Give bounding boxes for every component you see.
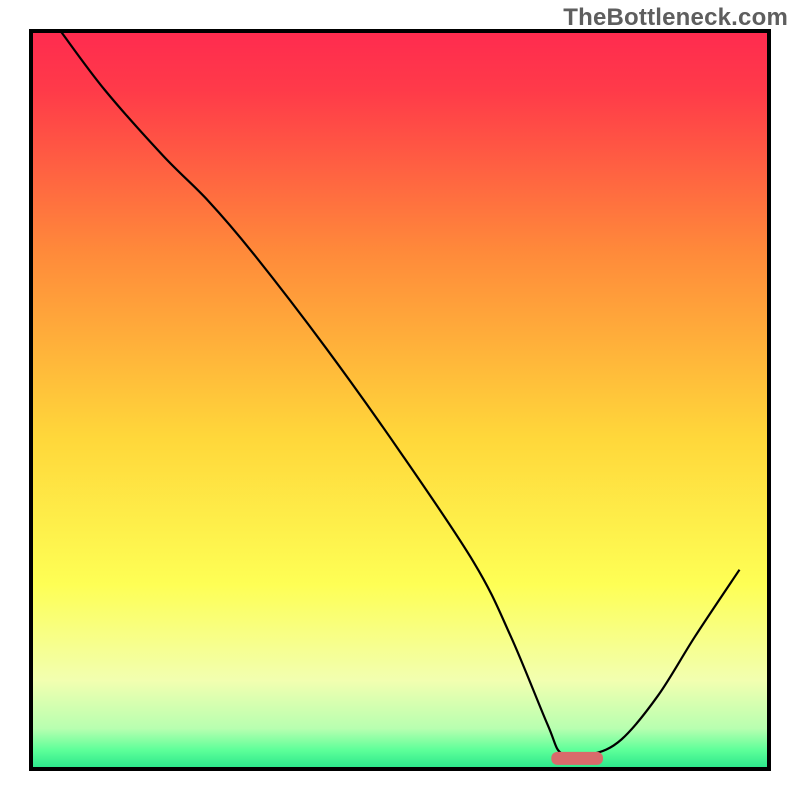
watermark-text: TheBottleneck.com: [563, 4, 788, 32]
bottleneck-chart: [0, 0, 800, 800]
optimal-zone-marker: [551, 752, 603, 765]
gradient-background: [31, 31, 769, 769]
